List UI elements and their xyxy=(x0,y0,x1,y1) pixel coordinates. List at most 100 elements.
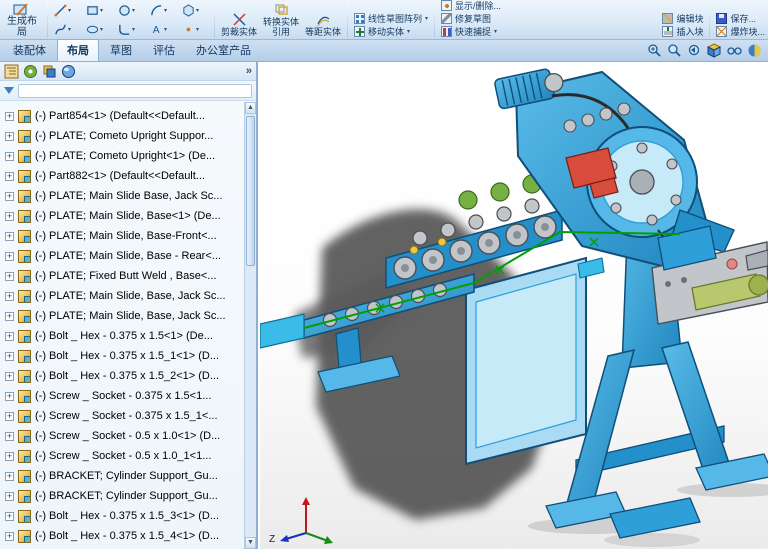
trim-entities-button[interactable]: 剪裁实体 xyxy=(218,0,260,39)
tree-item[interactable]: + (-) Screw _ Socket - 0.375 x 1.5<1... xyxy=(0,386,246,406)
linear-sketch-pattern-button[interactable]: 线性草图阵列 ▾ xyxy=(351,12,431,25)
caret-down-icon[interactable]: ▾ xyxy=(494,28,497,35)
caret-down-icon[interactable]: ▾ xyxy=(132,7,135,14)
display-delete-relations-button[interactable]: 显示/删除... xyxy=(438,0,504,12)
sketch-arc-button[interactable]: ▾ xyxy=(147,4,179,17)
caret-down-icon[interactable]: ▾ xyxy=(196,26,199,33)
expand-icon[interactable]: + xyxy=(5,511,14,521)
tree-item[interactable]: + (-) Part882<1> (Default<<Default... xyxy=(0,166,246,186)
expand-icon[interactable]: + xyxy=(5,271,14,281)
convert-entities-button[interactable]: 转换实体引用 xyxy=(260,0,302,39)
zoom-area-icon[interactable] xyxy=(647,43,662,58)
tree-item[interactable]: + (-) Bolt _ Hex - 0.375 x 1.5<1> (De... xyxy=(0,326,246,346)
expand-icon[interactable]: + xyxy=(5,171,14,181)
tree-item[interactable]: + (-) PLATE; Main Slide, Base<1> (De... xyxy=(0,206,246,226)
repair-sketch-button[interactable]: 修复草图 xyxy=(438,12,504,25)
sketch-ellipse-button[interactable]: ▾ xyxy=(83,23,115,36)
expand-icon[interactable]: + xyxy=(5,111,14,121)
caret-down-icon[interactable]: ▾ xyxy=(68,7,71,14)
expand-icon[interactable]: + xyxy=(5,211,14,221)
expand-icon[interactable]: + xyxy=(5,251,14,261)
tree-item[interactable]: + (-) PLATE; Main Slide, Base-Front<... xyxy=(0,226,246,246)
caret-down-icon[interactable]: ▾ xyxy=(68,26,71,33)
tree-item[interactable]: + (-) PLATE; Main Slide Base, Jack Sc... xyxy=(0,186,246,206)
propertymanager-tab-icon[interactable] xyxy=(23,64,38,79)
expand-icon[interactable]: + xyxy=(5,431,14,441)
tree-item[interactable]: + (-) BRACKET; Cylinder Support_Gu... xyxy=(0,466,246,486)
panel-expand-chevron[interactable]: » xyxy=(246,64,252,79)
sketch-spline-button[interactable]: ▾ xyxy=(51,23,83,36)
caret-down-icon[interactable]: ▾ xyxy=(132,26,135,33)
tree-filter-input[interactable] xyxy=(18,83,252,98)
tree-item[interactable]: + (-) Bolt _ Hex - 0.375 x 1.5_3<1> (D..… xyxy=(0,506,246,526)
edit-block-button[interactable]: 编辑块 xyxy=(659,12,706,25)
expand-icon[interactable]: + xyxy=(5,151,14,161)
tree-item[interactable]: + (-) Part854<1> (Default<<Default... xyxy=(0,106,246,126)
expand-icon[interactable]: + xyxy=(5,291,14,301)
sketch-circle-button[interactable]: ▾ xyxy=(115,4,147,17)
expand-icon[interactable]: + xyxy=(5,231,14,241)
insert-block-button[interactable]: 插入块 xyxy=(659,25,706,38)
tree-item[interactable]: + (-) PLATE; Main Slide, Base, Jack Sc..… xyxy=(0,286,246,306)
sketch-line-button[interactable]: ▾ xyxy=(51,4,83,17)
configurationmanager-tab-icon[interactable] xyxy=(42,64,57,79)
sketch-text-button[interactable]: A ▾ xyxy=(147,23,179,36)
tree-item[interactable]: + (-) BRACKET; Cylinder Support_Gu... xyxy=(0,486,246,506)
tree-item[interactable]: + (-) Screw _ Socket - 0.375 x 1.5_1<... xyxy=(0,406,246,426)
scroll-down-button[interactable]: ▼ xyxy=(245,537,256,549)
scroll-up-button[interactable]: ▲ xyxy=(245,102,256,114)
expand-icon[interactable]: + xyxy=(5,331,14,341)
hide-show-items-icon[interactable] xyxy=(727,43,742,58)
display-style-icon[interactable] xyxy=(707,43,722,58)
tree-item[interactable]: + (-) Bolt _ Hex - 0.375 x 1.5_4<1> (D..… xyxy=(0,526,246,546)
expand-icon[interactable]: + xyxy=(5,471,14,481)
tree-item[interactable]: + (-) PLATE; Main Slide, Base, Jack Sc..… xyxy=(0,306,246,326)
save-block-button[interactable]: 保存... xyxy=(713,12,768,25)
tree-item[interactable]: + (-) Screw _ Socket - 0.5 x 1.0<1> (D..… xyxy=(0,426,246,446)
3d-model-machine[interactable] xyxy=(260,62,768,549)
tree-item[interactable]: + (-) Bolt _ Hex - 0.375 x 1.5_1<1> (D..… xyxy=(0,346,246,366)
sketch-polygon-button[interactable]: ▾ xyxy=(179,4,211,17)
tab-assembly[interactable]: 装配体 xyxy=(3,39,56,61)
expand-icon[interactable]: + xyxy=(5,491,14,501)
sketch-rect-button[interactable]: ▾ xyxy=(83,4,115,17)
expand-icon[interactable]: + xyxy=(5,371,14,381)
caret-down-icon[interactable]: ▾ xyxy=(100,26,103,33)
caret-down-icon[interactable]: ▾ xyxy=(100,7,103,14)
previous-view-icon[interactable] xyxy=(687,43,702,58)
edit-appearance-icon[interactable] xyxy=(747,43,762,58)
explode-block-button[interactable]: 爆炸块... xyxy=(713,25,768,38)
offset-entities-button[interactable]: 等距实体 xyxy=(302,0,344,39)
tree-scrollbar[interactable]: ▲ ▼ xyxy=(244,102,256,549)
expand-icon[interactable]: + xyxy=(5,391,14,401)
caret-down-icon[interactable]: ▾ xyxy=(164,26,167,33)
sketch-fillet-button[interactable]: ▾ xyxy=(115,23,147,36)
tree-item[interactable]: + (-) Screw _ Socket - 0.5 x 1.0_1<1... xyxy=(0,446,246,466)
caret-down-icon[interactable]: ▾ xyxy=(196,7,199,14)
expand-icon[interactable]: + xyxy=(5,351,14,361)
tab-evaluate[interactable]: 评估 xyxy=(143,39,185,61)
expand-icon[interactable]: + xyxy=(5,311,14,321)
quick-snaps-button[interactable]: 快速捕捉 ▾ xyxy=(438,25,504,38)
sketch-point-button[interactable]: ▾ xyxy=(179,23,211,36)
displaymanager-tab-icon[interactable] xyxy=(61,64,76,79)
tab-sketch[interactable]: 草图 xyxy=(100,39,142,61)
caret-down-icon[interactable]: ▾ xyxy=(425,15,428,22)
featuremanager-tab-icon[interactable] xyxy=(4,64,19,79)
expand-icon[interactable]: + xyxy=(5,531,14,541)
scrollbar-thumb[interactable] xyxy=(246,116,255,266)
tree-item[interactable]: + (-) PLATE; Fixed Butt Weld , Base<... xyxy=(0,266,246,286)
tree-item[interactable]: + (-) Bolt _ Hex - 0.375 x 1.5_2<1> (D..… xyxy=(0,366,246,386)
tab-office-products[interactable]: 办公室产品 xyxy=(186,39,261,61)
tab-layout[interactable]: 布局 xyxy=(57,39,99,61)
tree-item[interactable]: + (-) PLATE; Cometo Upright<1> (De... xyxy=(0,146,246,166)
caret-down-icon[interactable]: ▾ xyxy=(407,28,410,35)
move-entities-button[interactable]: 移动实体 ▾ xyxy=(351,25,431,38)
expand-icon[interactable]: + xyxy=(5,191,14,201)
expand-icon[interactable]: + xyxy=(5,451,14,461)
zoom-fit-icon[interactable] xyxy=(667,43,682,58)
graphics-viewport[interactable]: Z xyxy=(260,62,768,549)
caret-down-icon[interactable]: ▾ xyxy=(164,7,167,14)
tree-item[interactable]: + (-) PLATE; Cometo Upright Suppor... xyxy=(0,126,246,146)
expand-icon[interactable]: + xyxy=(5,411,14,421)
